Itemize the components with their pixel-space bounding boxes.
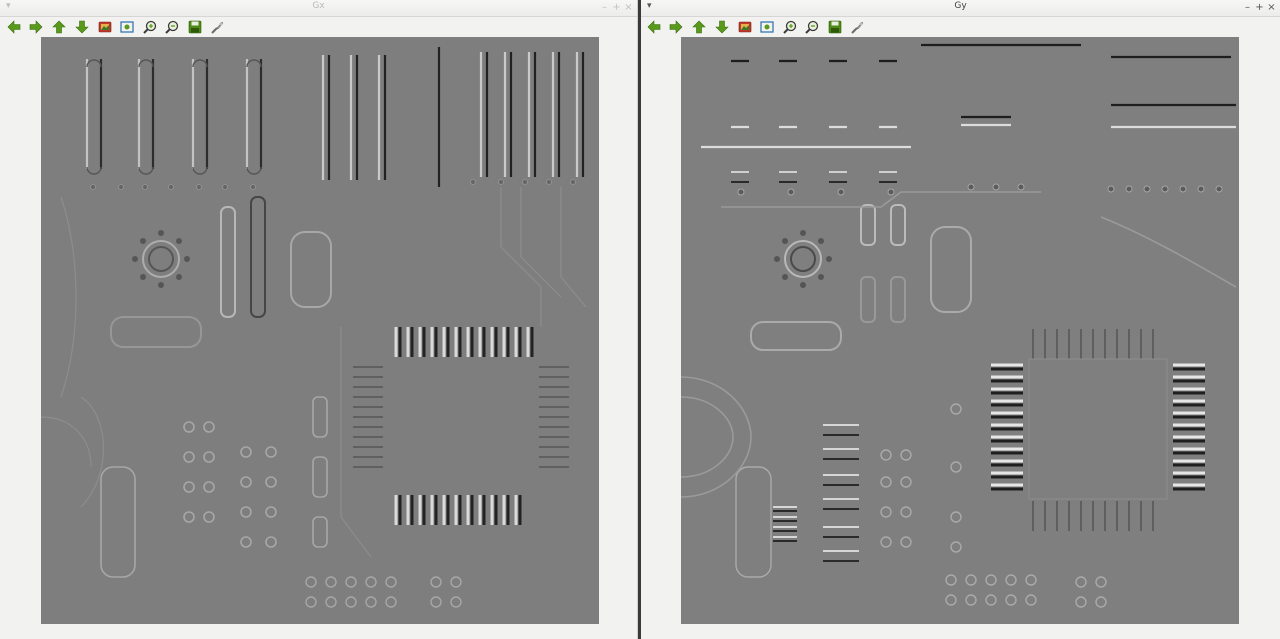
zoom-original-button[interactable] (736, 18, 754, 36)
zoom-out-icon (165, 20, 179, 34)
close-button[interactable]: × (1267, 0, 1276, 16)
save-icon (188, 20, 202, 34)
minimize-button[interactable]: – (600, 0, 609, 16)
save-button[interactable] (186, 18, 204, 36)
gx-gradient-image (41, 37, 599, 624)
gy-image-canvas[interactable] (681, 37, 1239, 624)
zoom-out-button[interactable] (163, 18, 181, 36)
zoom-in-icon (783, 20, 797, 34)
arrow-down-icon (75, 20, 89, 34)
image-icon (98, 21, 112, 33)
arrow-right-icon (29, 20, 43, 34)
arrow-left-icon (7, 20, 21, 34)
pan-down-button[interactable] (713, 18, 731, 36)
window-title: Gx (312, 1, 325, 11)
arrow-down-icon (715, 20, 729, 34)
zoom-original-button[interactable] (96, 18, 114, 36)
window-title: Gy (954, 1, 967, 11)
gx-toolbar (0, 17, 637, 37)
gx-window: ▾ Gx – + × (0, 0, 638, 639)
gy-toolbar (641, 17, 1280, 37)
gy-titlebar[interactable]: ▾ Gy – + × (641, 0, 1280, 17)
image-icon (738, 21, 752, 33)
arrow-up-icon (692, 20, 706, 34)
pan-up-button[interactable] (50, 18, 68, 36)
arrow-left-icon (647, 20, 661, 34)
zoom-in-button[interactable] (781, 18, 799, 36)
zoom-in-button[interactable] (141, 18, 159, 36)
save-button[interactable] (826, 18, 844, 36)
pan-left-button[interactable] (5, 18, 23, 36)
zoom-fit-button[interactable] (758, 18, 776, 36)
arrow-right-icon (669, 20, 683, 34)
pan-up-button[interactable] (690, 18, 708, 36)
close-button[interactable]: × (624, 0, 633, 16)
pan-right-button[interactable] (27, 18, 45, 36)
zoom-out-button[interactable] (803, 18, 821, 36)
pan-down-button[interactable] (73, 18, 91, 36)
pan-right-button[interactable] (667, 18, 685, 36)
gy-window: ▾ Gy – + × (641, 0, 1280, 639)
zoom-fit-icon (120, 21, 134, 33)
zoom-fit-button[interactable] (118, 18, 136, 36)
zoom-in-icon (143, 20, 157, 34)
properties-icon (851, 21, 864, 34)
save-icon (828, 20, 842, 34)
gx-image-canvas[interactable] (41, 37, 599, 624)
properties-icon (211, 21, 224, 34)
properties-button[interactable] (848, 18, 866, 36)
zoom-fit-icon (760, 21, 774, 33)
pan-left-button[interactable] (645, 18, 663, 36)
zoom-out-icon (805, 20, 819, 34)
maximize-button[interactable]: + (1255, 0, 1264, 16)
gy-gradient-image (681, 37, 1239, 624)
gx-titlebar[interactable]: ▾ Gx – + × (0, 0, 637, 17)
properties-button[interactable] (208, 18, 226, 36)
arrow-up-icon (52, 20, 66, 34)
minimize-button[interactable]: – (1243, 0, 1252, 16)
maximize-button[interactable]: + (612, 0, 621, 16)
